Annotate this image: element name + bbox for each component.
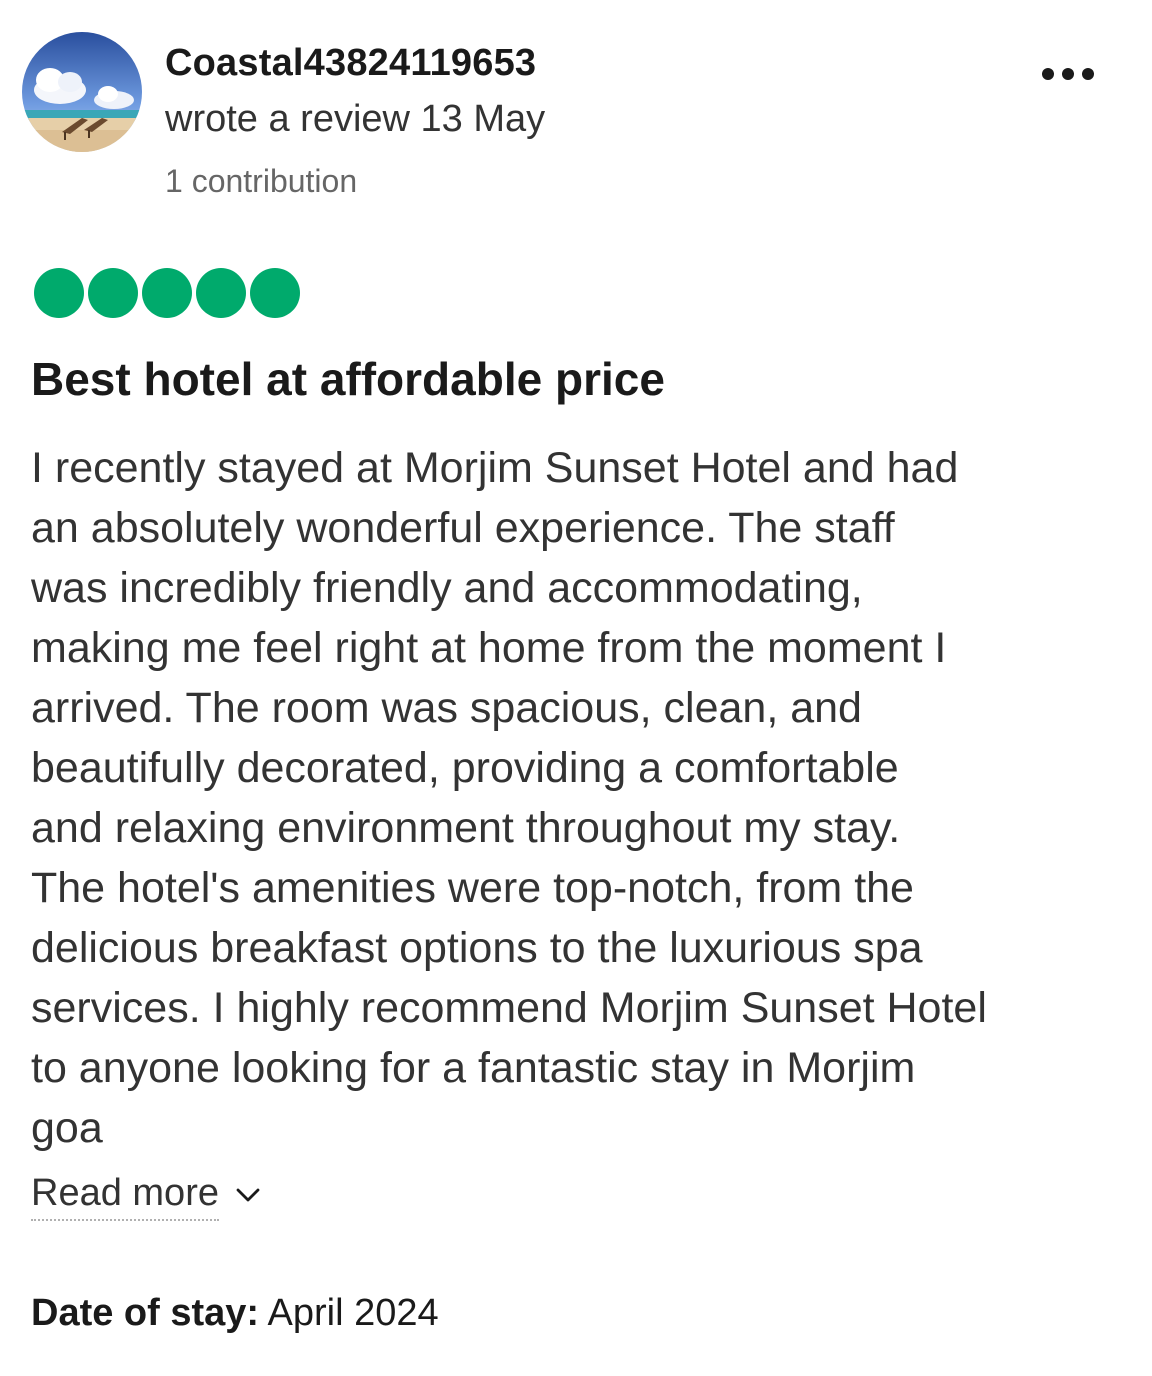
rating-bubble-icon bbox=[34, 268, 84, 318]
rating-bubble-icon bbox=[196, 268, 246, 318]
review-body-line: services. I highly recommend Morjim Suns… bbox=[31, 984, 987, 1032]
rating-bubbles bbox=[34, 268, 300, 318]
chevron-down-icon[interactable] bbox=[235, 1187, 261, 1203]
date-of-stay-value: April 2024 bbox=[267, 1292, 439, 1334]
date-of-stay: Date of stay: April 2024 bbox=[31, 1292, 439, 1335]
username[interactable]: Coastal43824119653 bbox=[165, 42, 536, 85]
read-more-button[interactable]: Read more bbox=[31, 1172, 261, 1221]
review-title: Best hotel at affordable price bbox=[31, 353, 665, 405]
review-body-line: The hotel's amenities were top-notch, fr… bbox=[31, 864, 914, 912]
avatar[interactable] bbox=[22, 32, 142, 152]
more-options-icon-dot bbox=[1062, 68, 1074, 80]
review-date-line: wrote a review 13 May bbox=[165, 98, 546, 140]
review-body-line: arrived. The room was spacious, clean, a… bbox=[31, 684, 862, 732]
rating-bubble-icon bbox=[142, 268, 192, 318]
more-options-icon-dot bbox=[1082, 68, 1094, 80]
review-body-line: and relaxing environment throughout my s… bbox=[31, 804, 901, 852]
review-body-line: beautifully decorated, providing a comfo… bbox=[31, 744, 899, 792]
review-body-line: making me feel right at home from the mo… bbox=[31, 624, 947, 672]
rating-bubble-icon bbox=[250, 268, 300, 318]
more-options-icon bbox=[1042, 68, 1054, 80]
review-body-line: delicious breakfast options to the luxur… bbox=[31, 924, 923, 972]
review-body-line: an absolutely wonderful experience. The … bbox=[31, 504, 895, 552]
read-more-label[interactable]: Read more bbox=[31, 1172, 219, 1221]
review-body: I recently stayed at Morjim Sunset Hotel… bbox=[31, 438, 1131, 1158]
rating-bubble-icon bbox=[88, 268, 138, 318]
review-body-line: I recently stayed at Morjim Sunset Hotel… bbox=[31, 444, 959, 492]
contribution-count: 1 contribution bbox=[165, 163, 358, 199]
review-body-line: to anyone looking for a fantastic stay i… bbox=[31, 1044, 916, 1092]
more-options-button[interactable] bbox=[1030, 52, 1106, 96]
review-body-line: goa bbox=[31, 1104, 103, 1152]
date-of-stay-label: Date of stay: bbox=[31, 1292, 260, 1334]
avatar-beach-image bbox=[22, 32, 142, 152]
review-body-line: was incredibly friendly and accommodatin… bbox=[31, 564, 863, 612]
